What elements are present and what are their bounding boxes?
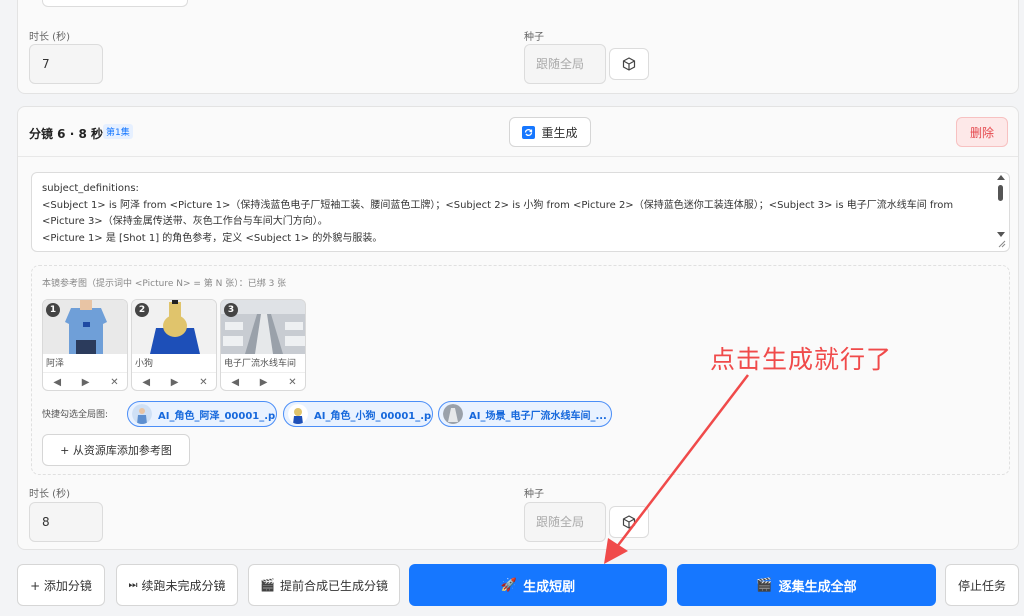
shot-header: 分镜 6 · 8 秒 第1集 重生成 删除 (18, 107, 1018, 157)
shot-card-previous: 时长 (秒) 7 种子 跟随全局 (17, 0, 1019, 94)
random-seed-button[interactable] (609, 506, 649, 538)
quick-chip-aze[interactable]: AI_角色_阿泽_00001_.png (127, 401, 277, 427)
dice-icon (622, 515, 636, 529)
generate-all-episodes-label: 逐集生成全部 (778, 579, 857, 595)
reference-thumb-3[interactable]: 3 电子厂流水线车间 ◀ ▶ ✕ (220, 299, 306, 391)
duration-input[interactable]: 7 (29, 44, 103, 84)
add-reference-label: + 从资源库添加参考图 (60, 444, 172, 457)
remove-icon[interactable]: ✕ (288, 377, 296, 388)
reference-thumb-2[interactable]: 2 小狗 ◀ ▶ ✕ (131, 299, 217, 391)
reference-number: 1 (46, 303, 60, 317)
reference-header: 本镜参考图（提示词中 <Picture N> = 第 N 张）：已绑 3 张 (42, 279, 287, 289)
resume-shots-button[interactable]: ⏭ 续跑未完成分镜 (116, 564, 238, 606)
add-reference-button[interactable]: + 从资源库添加参考图 (42, 434, 190, 466)
regenerate-label: 重生成 (541, 125, 578, 140)
move-left-icon[interactable]: ◀ (53, 377, 61, 388)
prompt-line: <Subject 1> is 阿泽 from <Picture 1>（保持浅蓝色… (42, 199, 954, 211)
chip-label: AI_角色_小狗_00001_.png (314, 410, 433, 422)
compose-early-label: 提前合成已生成分镜 (279, 578, 388, 593)
reference-thumb-1[interactable]: 1 阿泽 ◀ ▶ ✕ (42, 299, 128, 391)
duration-label: 时长 (秒) (29, 489, 70, 500)
clapper-icon: 🎬 (756, 577, 773, 593)
refresh-icon (522, 125, 536, 139)
seed-label: 种子 (524, 32, 544, 43)
prompt-line: <Picture 1> 是 [Shot 1] 的角色参考，定义 <Subject… (42, 232, 383, 244)
reference-number: 3 (224, 303, 238, 317)
chip-label: AI_角色_阿泽_00001_.png (158, 410, 277, 422)
reference-label: 电子厂流水线车间 (224, 359, 297, 369)
textarea-scrollbar[interactable] (995, 175, 1007, 237)
reference-label: 阿泽 (46, 359, 65, 369)
resize-handle-icon[interactable] (998, 240, 1006, 248)
shot-title: 分镜 6 · 8 秒 (29, 127, 103, 141)
skip-forward-icon: ⏭ (128, 579, 138, 591)
delete-label: 删除 (969, 125, 994, 140)
aze-avatar-icon (132, 404, 152, 424)
move-right-icon[interactable]: ▶ (82, 377, 90, 388)
episode-badge: 第1集 (103, 124, 133, 139)
seed-label: 种子 (524, 489, 544, 500)
regenerate-button[interactable]: 重生成 (509, 117, 591, 147)
factory-avatar-icon (443, 404, 463, 424)
generate-all-episodes-button[interactable]: 🎬 逐集生成全部 (677, 564, 936, 606)
scroll-up-icon[interactable] (997, 175, 1005, 180)
rocket-icon: 🚀 (500, 577, 518, 593)
scrollbar-thumb[interactable] (998, 185, 1003, 201)
stop-task-button[interactable]: 停止任务 (945, 564, 1019, 606)
clapper-icon: 🎬 (260, 578, 275, 592)
previous-card-top-input[interactable] (42, 0, 188, 7)
remove-icon[interactable]: ✕ (110, 377, 118, 388)
reference-controls: ◀ ▶ ✕ (132, 372, 216, 390)
reference-controls: ◀ ▶ ✕ (43, 372, 127, 390)
prompt-textarea[interactable]: subject_definitions: <Subject 1> is 阿泽 f… (31, 172, 1010, 252)
scroll-down-icon[interactable] (997, 232, 1005, 237)
random-seed-button[interactable] (609, 48, 649, 80)
move-right-icon[interactable]: ▶ (260, 377, 268, 388)
compose-early-button[interactable]: 🎬 提前合成已生成分镜 (248, 564, 400, 606)
stop-task-label: 停止任务 (957, 578, 1006, 593)
duration-label: 时长 (秒) (29, 32, 70, 43)
chip-label: AI_场景_电子厂流水线车间_... (469, 410, 607, 422)
duration-input[interactable]: 8 (29, 502, 103, 542)
seed-input[interactable]: 跟随全局 (524, 502, 606, 542)
add-shot-button[interactable]: + 添加分镜 (17, 564, 105, 606)
puppy-avatar-icon (288, 404, 308, 424)
prompt-text: subject_definitions: <Subject 1> is 阿泽 f… (42, 181, 986, 247)
shot-card: 分镜 6 · 8 秒 第1集 重生成 删除 subject_definition… (17, 106, 1019, 550)
delete-button[interactable]: 删除 (956, 117, 1008, 147)
seed-input[interactable]: 跟随全局 (524, 44, 606, 84)
reference-controls: ◀ ▶ ✕ (221, 372, 305, 390)
annotation-text: 点击生成就行了 (710, 345, 893, 374)
dice-icon (622, 57, 636, 71)
add-shot-label: + 添加分镜 (30, 578, 92, 593)
generate-drama-label: 生成短剧 (523, 579, 576, 595)
generate-drama-button[interactable]: 🚀 生成短剧 (409, 564, 667, 606)
prompt-line: <Picture 3>（保持金属传送带、灰色工作台与车间大门方向）。 (42, 216, 328, 227)
remove-icon[interactable]: ✕ (199, 377, 207, 388)
bottom-toolbar: + 添加分镜 ⏭ 续跑未完成分镜 🎬 提前合成已生成分镜 🚀 生成短剧 🎬 逐集… (0, 554, 1024, 616)
move-right-icon[interactable]: ▶ (171, 377, 179, 388)
move-left-icon[interactable]: ◀ (142, 377, 150, 388)
resume-shots-label: 续跑未完成分镜 (141, 578, 226, 593)
prompt-line: subject_definitions: (42, 183, 139, 194)
quick-chip-puppy[interactable]: AI_角色_小狗_00001_.png (283, 401, 433, 427)
reference-number: 2 (135, 303, 149, 317)
quick-chip-factory[interactable]: AI_场景_电子厂流水线车间_... (438, 401, 612, 427)
reference-label: 小狗 (135, 359, 154, 369)
move-left-icon[interactable]: ◀ (231, 377, 239, 388)
quick-select-label: 快捷勾选全局图: (42, 410, 109, 420)
